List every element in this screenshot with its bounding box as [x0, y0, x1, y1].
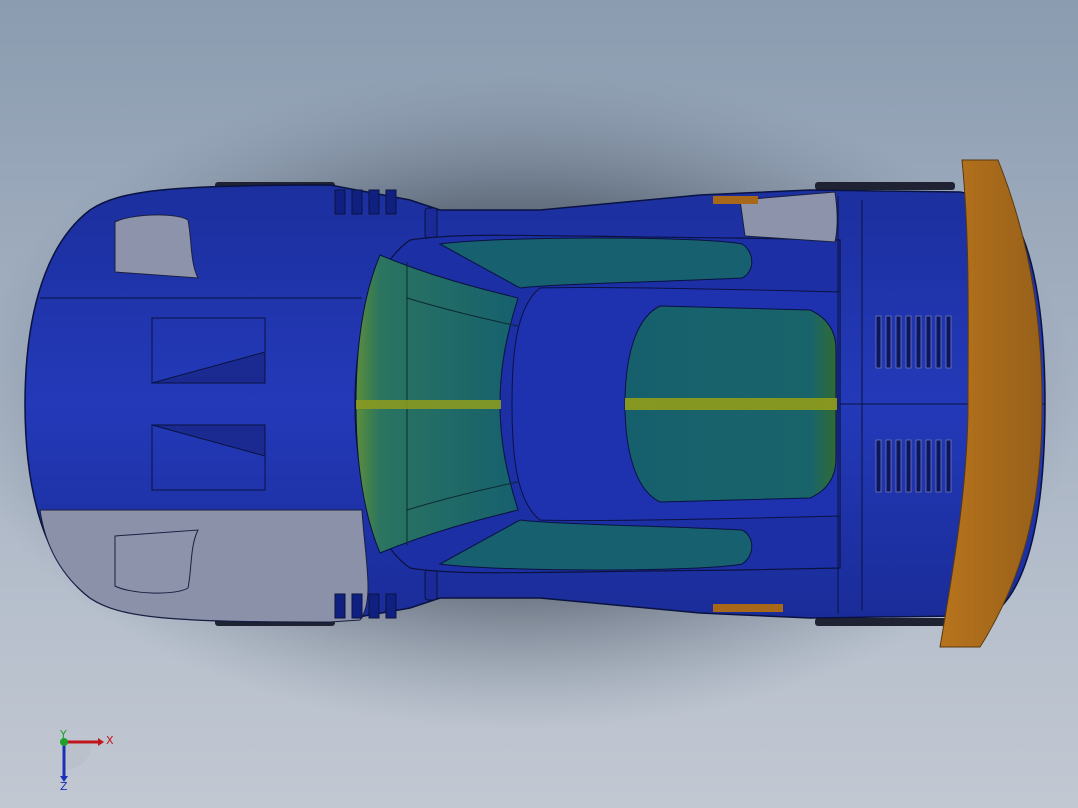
x-axis-label: X	[106, 734, 114, 747]
orange-tab-top	[713, 196, 758, 204]
front-intake-bottom	[114, 529, 199, 594]
center-stripe-front	[356, 400, 501, 409]
z-axis-label: Z	[60, 780, 68, 792]
y-axis-label: Y	[59, 728, 67, 741]
triad-plane	[64, 742, 92, 770]
car-model-top-view[interactable]	[0, 0, 1078, 808]
3d-viewport[interactable]: X Y Z	[0, 0, 1078, 808]
coordinate-triad: X Y Z	[59, 728, 114, 792]
orange-tab-bottom	[713, 604, 783, 612]
center-stripe-rear	[625, 398, 837, 410]
front-intake-top	[114, 214, 199, 279]
mirror-left	[424, 207, 438, 239]
mirror-right	[424, 569, 438, 601]
